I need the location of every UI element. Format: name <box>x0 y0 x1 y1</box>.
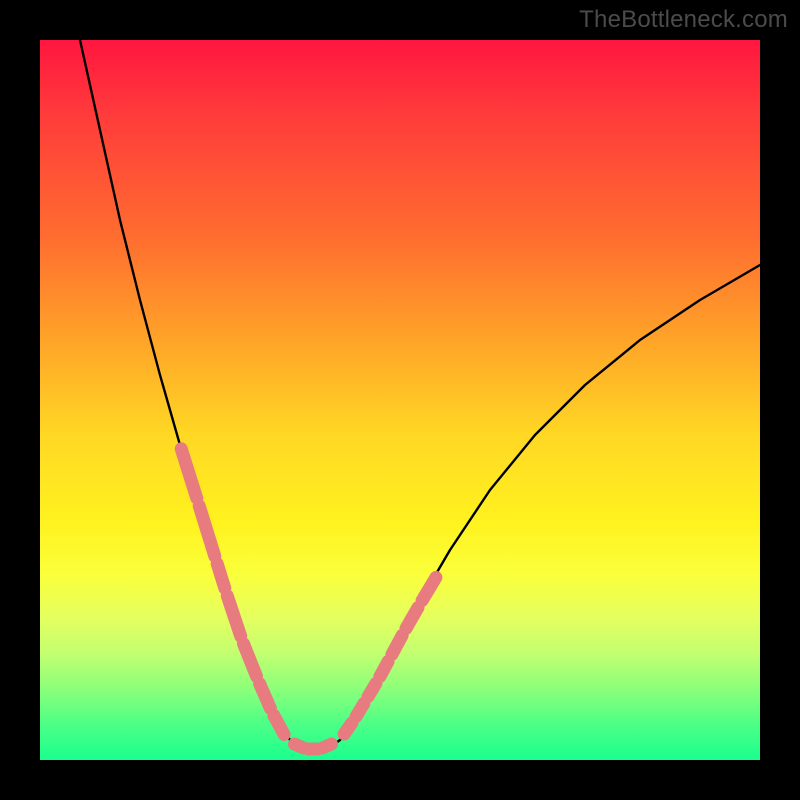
chart-frame: TheBottleneck.com <box>0 0 800 800</box>
bottleneck-curve <box>80 40 760 750</box>
pink-dash <box>368 683 376 696</box>
pink-dash <box>356 703 364 716</box>
pink-dash <box>323 744 332 748</box>
pink-dash <box>274 716 284 735</box>
pink-dash <box>295 744 304 748</box>
pink-dash <box>406 607 418 628</box>
plot-area <box>40 40 760 760</box>
pink-dash <box>181 449 197 498</box>
pink-dash <box>227 596 240 636</box>
pink-dash <box>392 636 402 655</box>
pink-dash <box>217 564 225 588</box>
pink-dash <box>243 644 256 677</box>
pink-dash <box>344 723 352 734</box>
watermark-text: TheBottleneck.com <box>579 6 788 34</box>
pink-dash <box>199 506 215 556</box>
pink-dash <box>260 684 271 709</box>
pink-dash <box>380 662 388 677</box>
pink-dash-group <box>181 449 436 749</box>
curve-svg <box>40 40 760 760</box>
pink-dash <box>422 577 436 600</box>
